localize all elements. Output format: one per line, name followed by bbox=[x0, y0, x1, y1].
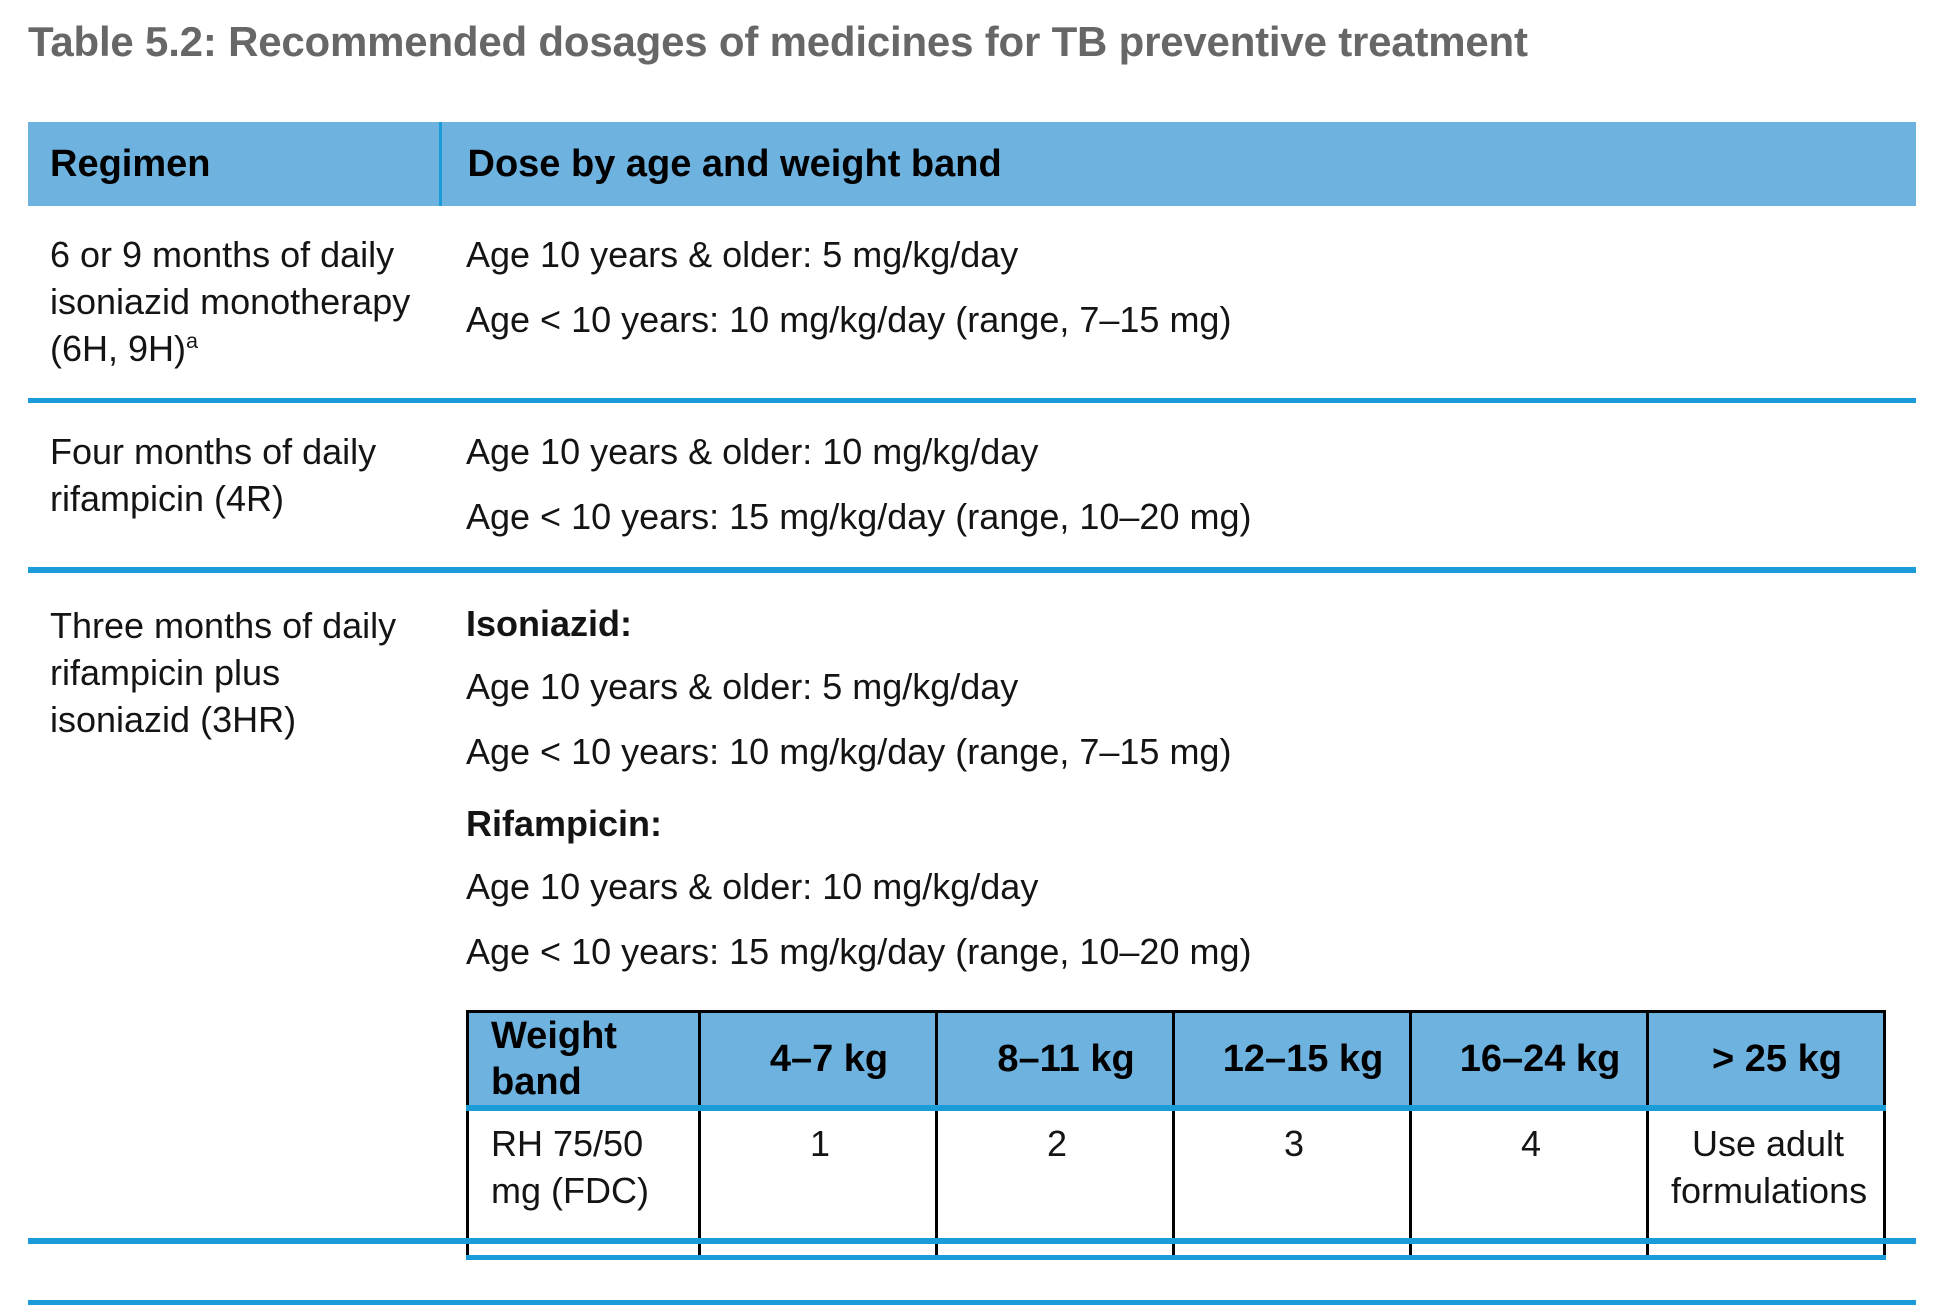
dose-line: Age < 10 years: 10 mg/kg/day (range, 7–1… bbox=[466, 298, 1232, 340]
dose-line: Age 10 years & older: 10 mg/kg/day bbox=[466, 431, 1039, 473]
page-title: Table 5.2: Recommended dosages of medici… bbox=[28, 18, 1528, 65]
dose-line: Age 10 years & older: 5 mg/kg/day bbox=[466, 665, 1019, 707]
weight-band-header-row: Weight band 4–7 kg 8–11 kg 12–15 kg 16–2… bbox=[466, 1009, 1886, 1111]
weight-band-cell: 1 bbox=[698, 1105, 938, 1261]
header-row: Regimen Dose by age and weight band bbox=[28, 122, 1916, 206]
weight-band-cell: 3 bbox=[1172, 1105, 1412, 1261]
footnote-marker-a: a bbox=[186, 327, 199, 353]
dose-cell-4r: Age 10 years & older: 10 mg/kg/day Age <… bbox=[440, 400, 1916, 573]
dose-line: Age 10 years & older: 10 mg/kg/day bbox=[466, 866, 1039, 908]
weight-band-cell: 2 bbox=[935, 1105, 1175, 1261]
dose-line: Age < 10 years: 10 mg/kg/day (range, 7–1… bbox=[466, 730, 1232, 772]
dosage-table: Regimen Dose by age and weight band 6 or… bbox=[28, 122, 1916, 1305]
regimen-label: 6 or 9 months of daily isoniazid monothe… bbox=[50, 232, 422, 372]
weight-band-row-label: RH 75/50 mg (FDC) bbox=[466, 1105, 701, 1261]
column-header-regimen: Regimen bbox=[28, 122, 440, 206]
weight-band-header-cell: 12–15 kg bbox=[1172, 1009, 1412, 1111]
drug-heading-rifampicin: Rifampicin: bbox=[466, 803, 663, 845]
regimen-text: 6 or 9 months of daily isoniazid monothe… bbox=[50, 234, 411, 369]
regimen-cell-3hr: Three months of daily rifampicin plus is… bbox=[28, 566, 440, 1305]
weight-band-cell: 4 bbox=[1409, 1105, 1649, 1261]
weight-band-row: RH 75/50 mg (FDC) 1 2 3 4 Use adult form… bbox=[466, 1105, 1886, 1261]
weight-band-header-cell: 16–24 kg bbox=[1409, 1009, 1649, 1111]
weight-band-header-label: Weight band bbox=[466, 1009, 701, 1111]
column-header-dose: Dose by age and weight band bbox=[438, 122, 1916, 206]
regimen-label: Three months of daily rifampicin plus is… bbox=[50, 604, 397, 740]
dose-line: Age < 10 years: 15 mg/kg/day (range, 10–… bbox=[466, 930, 1252, 972]
weight-band-header: Weight band 4–7 kg 8–11 kg 12–15 kg 16–2… bbox=[466, 1009, 1886, 1111]
table-bottom-rule bbox=[28, 1238, 1916, 1244]
table-row: Four months of daily rifampicin (4R) Age… bbox=[28, 400, 1916, 573]
table-body: 6 or 9 months of daily isoniazid monothe… bbox=[28, 206, 1916, 1305]
weight-band-table: Weight band 4–7 kg 8–11 kg 12–15 kg 16–2… bbox=[466, 1009, 1886, 1261]
table-row: Three months of daily rifampicin plus is… bbox=[28, 566, 1916, 1305]
table-row: 6 or 9 months of daily isoniazid monothe… bbox=[28, 206, 1916, 404]
weight-band-cell: Use adult formulations bbox=[1646, 1105, 1886, 1261]
weight-band-header-cell: 4–7 kg bbox=[698, 1009, 938, 1111]
weight-band-header-cell: 8–11 kg bbox=[935, 1009, 1175, 1111]
regimen-cell-6h9h: 6 or 9 months of daily isoniazid monothe… bbox=[28, 206, 440, 404]
weight-band-body: RH 75/50 mg (FDC) 1 2 3 4 Use adult form… bbox=[466, 1105, 1886, 1261]
weight-band-header-cell: > 25 kg bbox=[1646, 1009, 1886, 1111]
drug-heading-isoniazid: Isoniazid: bbox=[466, 602, 633, 644]
dose-cell-3hr: Isoniazid: Age 10 years & older: 5 mg/kg… bbox=[440, 566, 1916, 1305]
regimen-label: Four months of daily rifampicin (4R) bbox=[50, 431, 377, 520]
dose-line: Age < 10 years: 15 mg/kg/day (range, 10–… bbox=[466, 496, 1252, 538]
dose-line: Age 10 years & older: 5 mg/kg/day bbox=[466, 234, 1019, 275]
table-page: Table 5.2: Recommended dosages of medici… bbox=[0, 0, 1948, 1305]
table-header: Regimen Dose by age and weight band bbox=[28, 122, 1916, 206]
regimen-cell-4r: Four months of daily rifampicin (4R) bbox=[28, 400, 440, 573]
dose-cell-6h9h: Age 10 years & older: 5 mg/kg/day Age < … bbox=[440, 206, 1916, 404]
